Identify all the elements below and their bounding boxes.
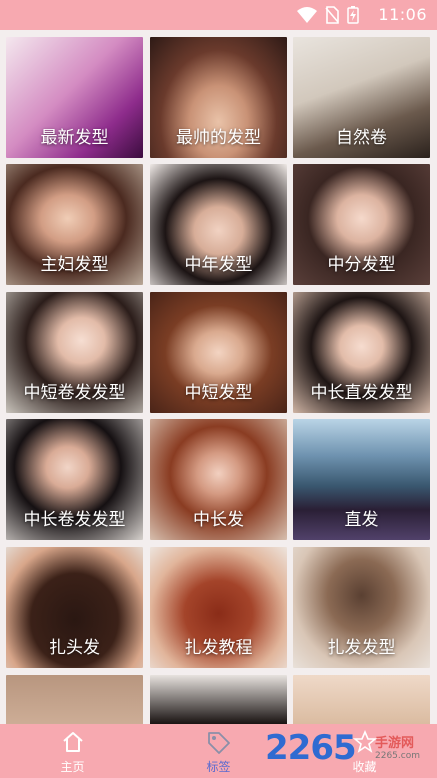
tile-label: 中长发 [193, 510, 244, 530]
no-sim-icon [325, 6, 339, 24]
tag-icon [207, 732, 230, 754]
category-tile[interactable]: 中长卷发发型 [6, 419, 143, 540]
tile-label: 扎发发型 [327, 638, 396, 658]
category-tile[interactable]: 中长直发发型 [293, 292, 430, 413]
tile-label: 最帅的发型 [176, 128, 261, 148]
tile-label: 中长直发发型 [310, 383, 413, 403]
tile-label: 最新发型 [40, 128, 109, 148]
tile-image [6, 675, 143, 724]
category-tile[interactable]: 扎头发 [6, 547, 143, 668]
tile-label: 中短卷发发型 [23, 383, 126, 403]
tile-label: 扎头发 [49, 638, 100, 658]
category-tile[interactable]: 扎发发型 [293, 547, 430, 668]
category-tile[interactable]: 中分发型 [293, 164, 430, 285]
category-tile[interactable]: 中短发型 [150, 292, 287, 413]
watermark-sub: 2265.com [375, 751, 420, 761]
tab-home[interactable]: 主页 [0, 724, 145, 778]
category-tile[interactable]: 中短卷发发型 [6, 292, 143, 413]
category-tile[interactable]: 直发 [293, 419, 430, 540]
battery-charging-icon [347, 6, 359, 24]
category-tile[interactable]: 自然卷 [293, 37, 430, 158]
tile-image [150, 675, 287, 724]
category-tile[interactable]: 中长发 [150, 419, 287, 540]
watermark-number: 2265 [265, 728, 357, 768]
tile-label: 中短发型 [184, 383, 253, 403]
watermark-logo: 2265 手游网 2265.com [257, 724, 437, 778]
tile-image [293, 675, 430, 724]
category-tile[interactable]: 中年发型 [150, 164, 287, 285]
tile-label: 中分发型 [327, 255, 396, 275]
category-tile[interactable] [150, 675, 287, 724]
tab-tags-label: 标签 [206, 760, 231, 774]
tile-label: 直发 [344, 510, 379, 530]
category-tile[interactable] [293, 675, 430, 724]
category-tile[interactable] [6, 675, 143, 724]
tab-home-label: 主页 [60, 760, 85, 774]
home-icon [62, 732, 83, 752]
category-tile[interactable]: 最新发型 [6, 37, 143, 158]
wifi-icon [297, 7, 317, 23]
category-tile[interactable]: 最帅的发型 [150, 37, 287, 158]
tile-label: 中年发型 [184, 255, 253, 275]
category-grid: 最新发型 最帅的发型 自然卷 主妇发型 中年发型 中分发型 中短卷发发型 中短发… [0, 30, 437, 724]
tile-label: 主妇发型 [40, 255, 109, 275]
category-tile[interactable]: 主妇发型 [6, 164, 143, 285]
tile-label: 中长卷发发型 [23, 510, 126, 530]
tile-label: 扎发教程 [184, 638, 253, 658]
clock: 11:06 [378, 5, 427, 24]
status-icons [297, 6, 359, 24]
category-tile[interactable]: 扎发教程 [150, 547, 287, 668]
watermark-text: 手游网 [375, 736, 415, 751]
status-bar: 11:06 [0, 0, 437, 30]
tile-label: 自然卷 [336, 128, 387, 148]
